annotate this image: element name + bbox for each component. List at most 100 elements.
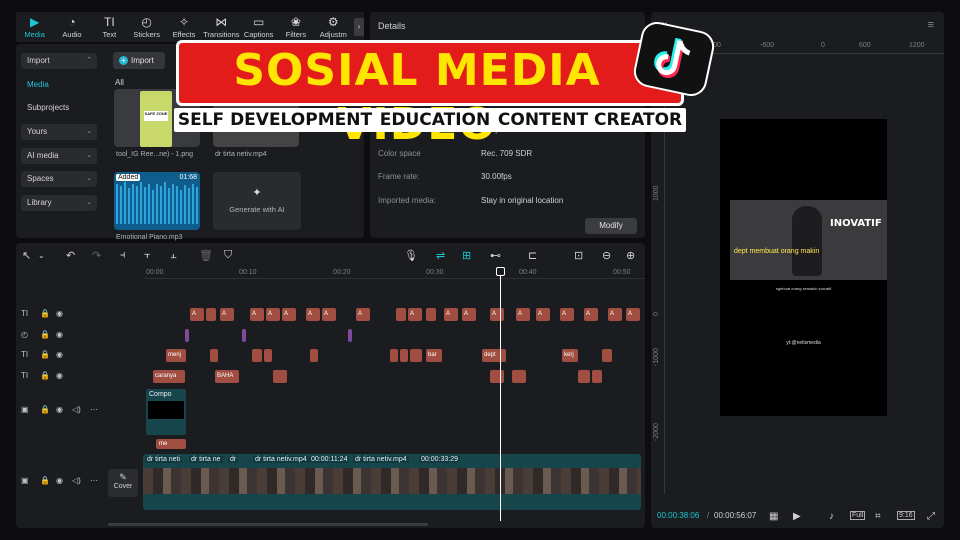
eye-icon[interactable]: ◉	[56, 309, 63, 318]
cover-button[interactable]: ✎ Cover	[108, 469, 138, 497]
snap-icon[interactable]: ⊷	[490, 249, 501, 262]
text-clip[interactable]: A	[190, 308, 204, 321]
text-clip[interactable]: BAHA	[215, 370, 239, 383]
sidebar-item-import[interactable]: Import ⌃	[21, 53, 97, 69]
text-clip[interactable]	[602, 349, 612, 362]
text-clip[interactable]: dept	[482, 349, 506, 362]
tab-transitions[interactable]: ⋈ Transitions	[203, 15, 240, 42]
text-clip[interactable]: A	[490, 308, 504, 321]
text-clip[interactable]: A	[462, 308, 476, 321]
text-clip[interactable]: A	[266, 308, 280, 321]
sidebar-item-yours[interactable]: Yours ⌄	[21, 124, 97, 140]
media-filter-all[interactable]: All	[115, 78, 124, 87]
text-clip[interactable]	[410, 349, 422, 362]
text-clip[interactable]	[490, 370, 504, 383]
playhead-handle[interactable]	[496, 267, 505, 276]
undo-icon[interactable]: ↶	[66, 249, 75, 262]
text-clip[interactable]: A	[608, 308, 622, 321]
text-clip[interactable]: A	[306, 308, 320, 321]
text-clip[interactable]	[264, 349, 272, 362]
split-icon[interactable]: ⫞	[120, 249, 126, 262]
text-clip[interactable]: A	[356, 308, 370, 321]
microphone-icon[interactable]: 🎙	[404, 249, 418, 262]
play-icon[interactable]: ▶	[793, 511, 801, 522]
magnet-icon[interactable]: ⇌	[436, 249, 445, 262]
import-button[interactable]: + Import	[113, 52, 165, 69]
sticker-clip[interactable]	[348, 329, 352, 342]
text-clip[interactable]: A	[560, 308, 574, 321]
preview-axis-icon[interactable]: ⊏	[528, 249, 537, 262]
timeline-scrollbar[interactable]	[108, 523, 428, 526]
sticker-clip[interactable]	[185, 329, 189, 342]
timeline-ruler[interactable]: 00:00 00:10 00:20 00:30 00:40 00:50	[143, 267, 645, 279]
tab-text[interactable]: TI Text	[91, 15, 128, 42]
trim-left-icon[interactable]: ⫟	[144, 249, 151, 262]
text-clip[interactable]: A	[220, 308, 234, 321]
text-clip[interactable]: menj	[166, 349, 186, 362]
full-button[interactable]: Full	[850, 511, 866, 520]
text-clip[interactable]: A	[282, 308, 296, 321]
sidebar-item-subprojects[interactable]: Subprojects	[21, 100, 97, 116]
text-clip[interactable]	[396, 308, 406, 321]
tab-audio[interactable]: ◔ Audio	[53, 15, 90, 42]
media-thumb-audio[interactable]: Added 01:68	[114, 172, 200, 230]
chevron-down-icon[interactable]: ⌄	[38, 251, 45, 260]
eye-icon[interactable]: ◉	[56, 371, 63, 380]
audio-icon[interactable]: ◁)	[72, 405, 81, 414]
zoom-out-icon[interactable]: ⊖	[602, 249, 611, 262]
link-icon[interactable]: ⊞	[462, 249, 471, 262]
modify-button[interactable]: Modify	[585, 218, 637, 234]
sticker-clip[interactable]	[242, 329, 246, 342]
sidebar-item-spaces[interactable]: Spaces ⌄	[21, 171, 97, 187]
lock-icon[interactable]: 🔒	[40, 405, 50, 414]
lock-icon[interactable]: 🔒	[40, 476, 50, 485]
lock-icon[interactable]: 🔒	[40, 309, 50, 318]
tab-effects[interactable]: ✧ Effects	[165, 15, 202, 42]
text-clip[interactable]: kerj	[562, 349, 578, 362]
delete-icon[interactable]: 🗑	[199, 249, 213, 262]
lock-icon[interactable]: 🔒	[40, 371, 50, 380]
tab-filters[interactable]: ❀ Filters	[277, 15, 314, 42]
playhead[interactable]	[500, 269, 501, 521]
trim-right-icon[interactable]: ⫠	[170, 249, 177, 262]
text-clip[interactable]	[252, 349, 262, 362]
text-clip[interactable]: A	[250, 308, 264, 321]
eye-icon[interactable]: ◉	[56, 476, 63, 485]
main-video-track[interactable]: dr tirta neti dr tirta ne dr dr tirta ne…	[143, 454, 641, 510]
text-clip[interactable]: A	[584, 308, 598, 321]
text-clip[interactable]: caranya	[153, 370, 185, 383]
text-clip[interactable]	[273, 370, 287, 383]
eye-icon[interactable]: ◉	[56, 405, 63, 414]
text-clip[interactable]: me	[156, 439, 186, 449]
tab-adjustment[interactable]: ⚙ Adjustm	[315, 15, 352, 42]
text-clip[interactable]: A	[626, 308, 640, 321]
grid-icon[interactable]: ▦	[769, 511, 778, 522]
text-clip[interactable]	[512, 370, 526, 383]
sidebar-item-ai-media[interactable]: AI media ⌄	[21, 148, 97, 164]
text-clip[interactable]	[400, 349, 408, 362]
audio-icon[interactable]: ◁)	[72, 476, 81, 485]
text-clip[interactable]	[210, 349, 218, 362]
text-clip[interactable]: A	[322, 308, 336, 321]
marker-icon[interactable]: ⛉	[224, 249, 232, 262]
text-clip[interactable]: bar	[426, 349, 442, 362]
crop-icon[interactable]: ⌗	[875, 511, 881, 522]
compound-clip[interactable]: Compo	[146, 389, 186, 435]
sidebar-item-library[interactable]: Library ⌄	[21, 195, 97, 211]
lock-icon[interactable]: 🔒	[40, 330, 50, 339]
caption-icon[interactable]: ⊡	[574, 249, 583, 262]
fullscreen-icon[interactable]: ⤢	[927, 511, 935, 522]
text-clip[interactable]	[310, 349, 318, 362]
lock-icon[interactable]: 🔒	[40, 350, 50, 359]
text-clip[interactable]	[390, 349, 398, 362]
tab-stickers[interactable]: ◴ Stickers	[128, 15, 165, 42]
text-clip[interactable]: A	[444, 308, 458, 321]
text-clip[interactable]	[592, 370, 602, 383]
text-clip[interactable]: A	[536, 308, 550, 321]
eye-icon[interactable]: ◉	[56, 350, 63, 359]
more-icon[interactable]: ⋯	[90, 476, 98, 485]
ratio-button[interactable]: 9:16	[897, 511, 915, 520]
text-clip[interactable]	[206, 308, 216, 321]
generate-with-ai-button[interactable]: ✦ Generate with AI	[213, 172, 301, 230]
text-clip[interactable]: A	[408, 308, 422, 321]
